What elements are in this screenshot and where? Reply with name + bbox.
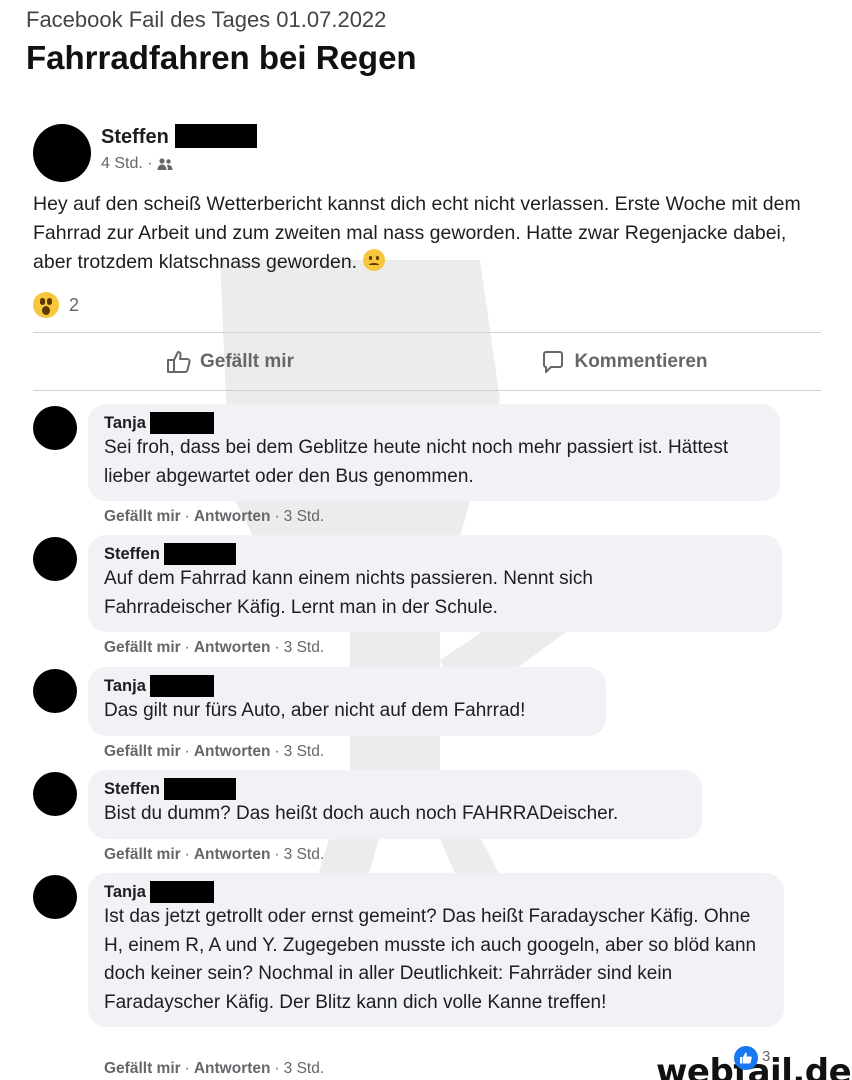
separator: · [274,508,280,525]
redaction-bar [174,123,257,148]
avatar[interactable] [33,772,77,816]
reaction-count: 2 [69,294,80,315]
comment-time[interactable]: 3 Std. [284,508,325,525]
separator: · [274,639,280,656]
comment-reply-link[interactable]: Antworten [194,1060,271,1077]
comment-bubble: Steffen Bist du dumm? Das heißt doch auc… [88,770,702,839]
comment-author[interactable]: Steffen [104,543,766,565]
post-author-name[interactable]: Steffen [101,126,169,148]
friends-icon [157,157,173,171]
separator: · [274,1060,280,1077]
like-badge-icon[interactable] [734,1046,758,1070]
post-action-bar: Gefällt mir Kommentieren [33,334,821,390]
comment-author[interactable]: Steffen [104,778,686,800]
redaction-bar [149,412,214,434]
comment-like-count: 3 [762,1048,771,1065]
divider [33,390,821,391]
reaction-summary[interactable]: 2 [33,292,79,318]
separator: · [184,743,190,760]
post-author[interactable]: Steffen [101,123,257,150]
redaction-bar [149,675,214,697]
redaction-bar [149,881,214,903]
thumbs-up-icon [166,349,192,375]
comment-bubble: Tanja Sei froh, dass bei dem Geblitze he… [88,404,780,501]
comment-bubble: Tanja Das gilt nur fürs Auto, aber nicht… [88,667,606,736]
comment-reply-link[interactable]: Antworten [194,508,271,525]
comment-text: Ist das jetzt getrollt oder ernst gemein… [104,906,757,1013]
page-title: Fahrradfahren bei Regen [26,39,417,76]
separator: · [274,846,280,863]
comment-bubble-icon [540,349,566,375]
comment-actions: Gefällt mir · Antworten · 3 Std. [104,508,324,526]
comment-author[interactable]: Tanja [104,881,768,903]
comment-bubble: Steffen Auf dem Fahrrad kann einem nicht… [88,535,782,632]
comment-author[interactable]: Tanja [104,675,590,697]
comment-author-name[interactable]: Tanja [104,675,146,697]
redaction-bar [163,543,236,565]
comment-author-name[interactable]: Tanja [104,412,146,434]
comment-actions: Gefällt mir · Antworten · 3 Std. [104,743,324,761]
comment-like-link[interactable]: Gefällt mir [104,639,181,656]
post-text: Hey auf den scheiß Wetterbericht kannst … [33,190,823,277]
comment-author[interactable]: Tanja [104,412,764,434]
separator: · [184,1060,190,1077]
separator: · [184,639,190,656]
comment-like-link[interactable]: Gefällt mir [104,846,181,863]
comment-bubble: Tanja Ist das jetzt getrollt oder ernst … [88,873,784,1027]
comment-like-link[interactable]: Gefällt mir [104,1060,181,1077]
comment-text: Das gilt nur fürs Auto, aber nicht auf d… [104,700,526,721]
comment-time[interactable]: 3 Std. [284,1060,325,1077]
comment-time[interactable]: 3 Std. [284,639,325,656]
site-kicker: Facebook Fail des Tages 01.07.2022 [26,7,387,32]
comment-like-link[interactable]: Gefällt mir [104,508,181,525]
like-button[interactable]: Gefällt mir [33,334,427,390]
divider [33,332,821,333]
post-meta: 4 Std. · [101,153,173,175]
sad-face-emoji-icon [363,249,386,271]
comment-actions: Gefällt mir · Antworten · 3 Std. [104,639,324,657]
site-header: Facebook Fail des Tages 01.07.2022 Fahrr… [26,6,826,80]
separator: · [184,508,190,525]
comment-reply-link[interactable]: Antworten [194,743,271,760]
comment-time[interactable]: 3 Std. [284,743,325,760]
comment-time[interactable]: 3 Std. [284,846,325,863]
avatar[interactable] [33,406,77,450]
comment-label: Kommentieren [574,351,708,372]
avatar[interactable] [33,875,77,919]
comment-text: Auf dem Fahrrad kann einem nichts passie… [104,568,593,618]
comment-text: Bist du dumm? Das heißt doch auch noch F… [104,803,619,824]
wow-reaction-icon [33,292,59,318]
comment-author-name[interactable]: Steffen [104,543,160,565]
comment-like-link[interactable]: Gefällt mir [104,743,181,760]
comment-author-name[interactable]: Steffen [104,778,160,800]
separator: · [184,846,190,863]
redaction-bar [163,778,236,800]
avatar[interactable] [33,669,77,713]
post-body: Hey auf den scheiß Wetterbericht kannst … [33,193,801,273]
comment-reply-link[interactable]: Antworten [194,639,271,656]
separator: · [274,743,280,760]
avatar[interactable] [33,537,77,581]
comment-actions: Gefällt mir · Antworten · 3 Std. [104,846,324,864]
post-time[interactable]: 4 Std. · [101,153,153,175]
comment-author-name[interactable]: Tanja [104,881,146,903]
comment-text: Sei froh, dass bei dem Geblitze heute ni… [104,437,729,487]
comment-reply-link[interactable]: Antworten [194,846,271,863]
comment-button[interactable]: Kommentieren [427,334,821,390]
like-label: Gefällt mir [200,351,294,372]
avatar[interactable] [33,124,91,182]
comment-actions: Gefällt mir · Antworten · 3 Std. [104,1060,324,1078]
